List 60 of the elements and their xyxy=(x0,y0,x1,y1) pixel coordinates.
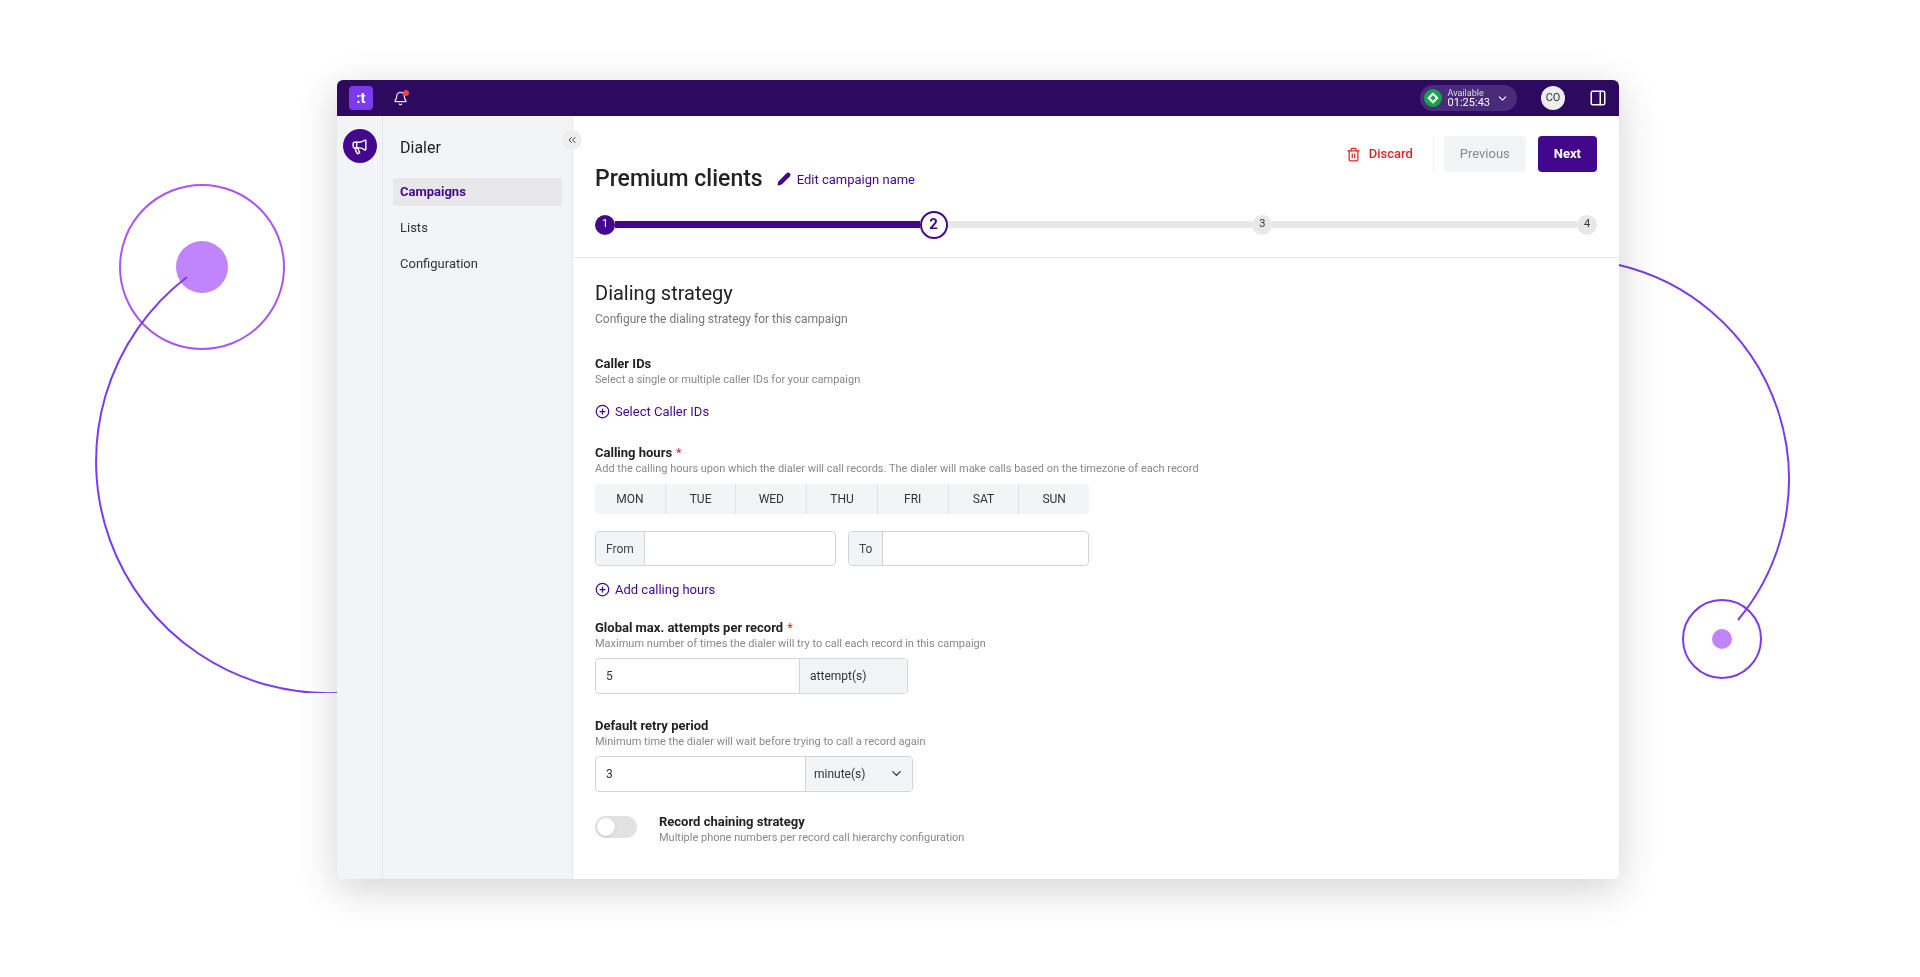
time-field-prefix: To xyxy=(849,532,884,565)
retry-value: 3 xyxy=(605,765,614,783)
field-hint: Add the calling hours upon which the dialer will call records. The dialer will make calls based on the timezone of each record xyxy=(595,462,1200,476)
status-timer: 01:25:43 xyxy=(1447,98,1490,108)
retry-field[interactable]: 3 minute(s) xyxy=(595,755,913,792)
step-marker: 4 xyxy=(1577,214,1597,235)
user-avatar[interactable]: CO xyxy=(1541,86,1565,110)
field-label: Default retry period xyxy=(595,717,709,734)
panel-toggle-icon[interactable] xyxy=(1589,89,1607,107)
status-dropdown[interactable]: Available 01:25:43 xyxy=(1419,85,1517,111)
field-hint: Minimum time the dialer will wait before trying to call a record again xyxy=(595,734,927,749)
step-marker: 3 xyxy=(1252,214,1273,235)
collapse-button[interactable] xyxy=(562,130,582,150)
day-toggle[interactable]: THU xyxy=(806,484,877,514)
attempts-unit: attempt(s) xyxy=(799,658,907,693)
time-field[interactable]: To xyxy=(848,531,1089,566)
field-label: Calling hours xyxy=(595,445,673,462)
required-marker: * xyxy=(676,445,682,462)
field-hint: Select a single or multiple caller IDs for your campaign xyxy=(595,372,862,387)
megaphone-icon[interactable] xyxy=(342,129,377,163)
next-button[interactable]: Next xyxy=(1537,136,1597,172)
day-toggle[interactable]: MON xyxy=(595,484,665,514)
toggle-hint: Multiple phone numbers per record call hierarchy configuration xyxy=(659,830,965,845)
day-toggle[interactable]: SAT xyxy=(947,484,1019,514)
section-title: Dialing strategy xyxy=(595,279,734,307)
sidebar-item[interactable]: Configuration xyxy=(393,250,562,278)
campaign-title: Premium clients xyxy=(595,164,763,194)
day-toggle[interactable]: FRI xyxy=(876,484,948,514)
notification-bell-icon[interactable] xyxy=(393,90,408,106)
day-toggle[interactable]: WED xyxy=(735,484,807,514)
collapse-icon xyxy=(566,134,578,146)
plus-circle-icon xyxy=(595,403,610,419)
add-calling-hours-link[interactable]: Add calling hours xyxy=(595,580,716,600)
time-field-prefix: From xyxy=(596,532,645,565)
discard-button[interactable]: Discard xyxy=(1335,136,1423,172)
field-label: Global max. attempts per record xyxy=(595,619,784,636)
sidebar-item[interactable]: Lists xyxy=(393,214,562,242)
time-field[interactable]: From xyxy=(595,531,836,566)
toggle-label: Record chaining strategy xyxy=(659,813,806,830)
step-marker: 2 xyxy=(919,210,948,239)
field-hint: Maximum number of times the dialer will try to call each record in this campaign xyxy=(595,636,987,651)
day-toggle[interactable]: SUN xyxy=(1018,484,1089,514)
select-caller-ids-link[interactable]: Select Caller IDs xyxy=(595,401,710,421)
sidebar-item[interactable]: Campaigns xyxy=(393,178,562,206)
field-label: Caller IDs xyxy=(595,355,652,372)
required-marker: * xyxy=(787,619,793,636)
plus-circle-icon xyxy=(595,582,610,598)
unit-dropdown[interactable]: minute(s) xyxy=(805,756,912,791)
sidebar-title: Dialer xyxy=(399,137,442,159)
edit-name-link[interactable]: Edit campaign name xyxy=(776,169,915,189)
step-marker: 1 xyxy=(595,214,615,235)
toggle-switch[interactable] xyxy=(595,815,637,838)
attempts-field[interactable]: 5 attempt(s) xyxy=(595,657,908,694)
attempts-value: 5 xyxy=(605,667,614,685)
status-label: Available xyxy=(1447,88,1485,98)
day-toggle[interactable]: TUE xyxy=(664,484,736,514)
pencil-icon xyxy=(776,172,791,187)
app-logo[interactable]: :t xyxy=(349,86,373,110)
section-subtitle: Configure the dialing strategy for this campaign xyxy=(595,310,849,328)
trash-icon xyxy=(1345,146,1361,162)
